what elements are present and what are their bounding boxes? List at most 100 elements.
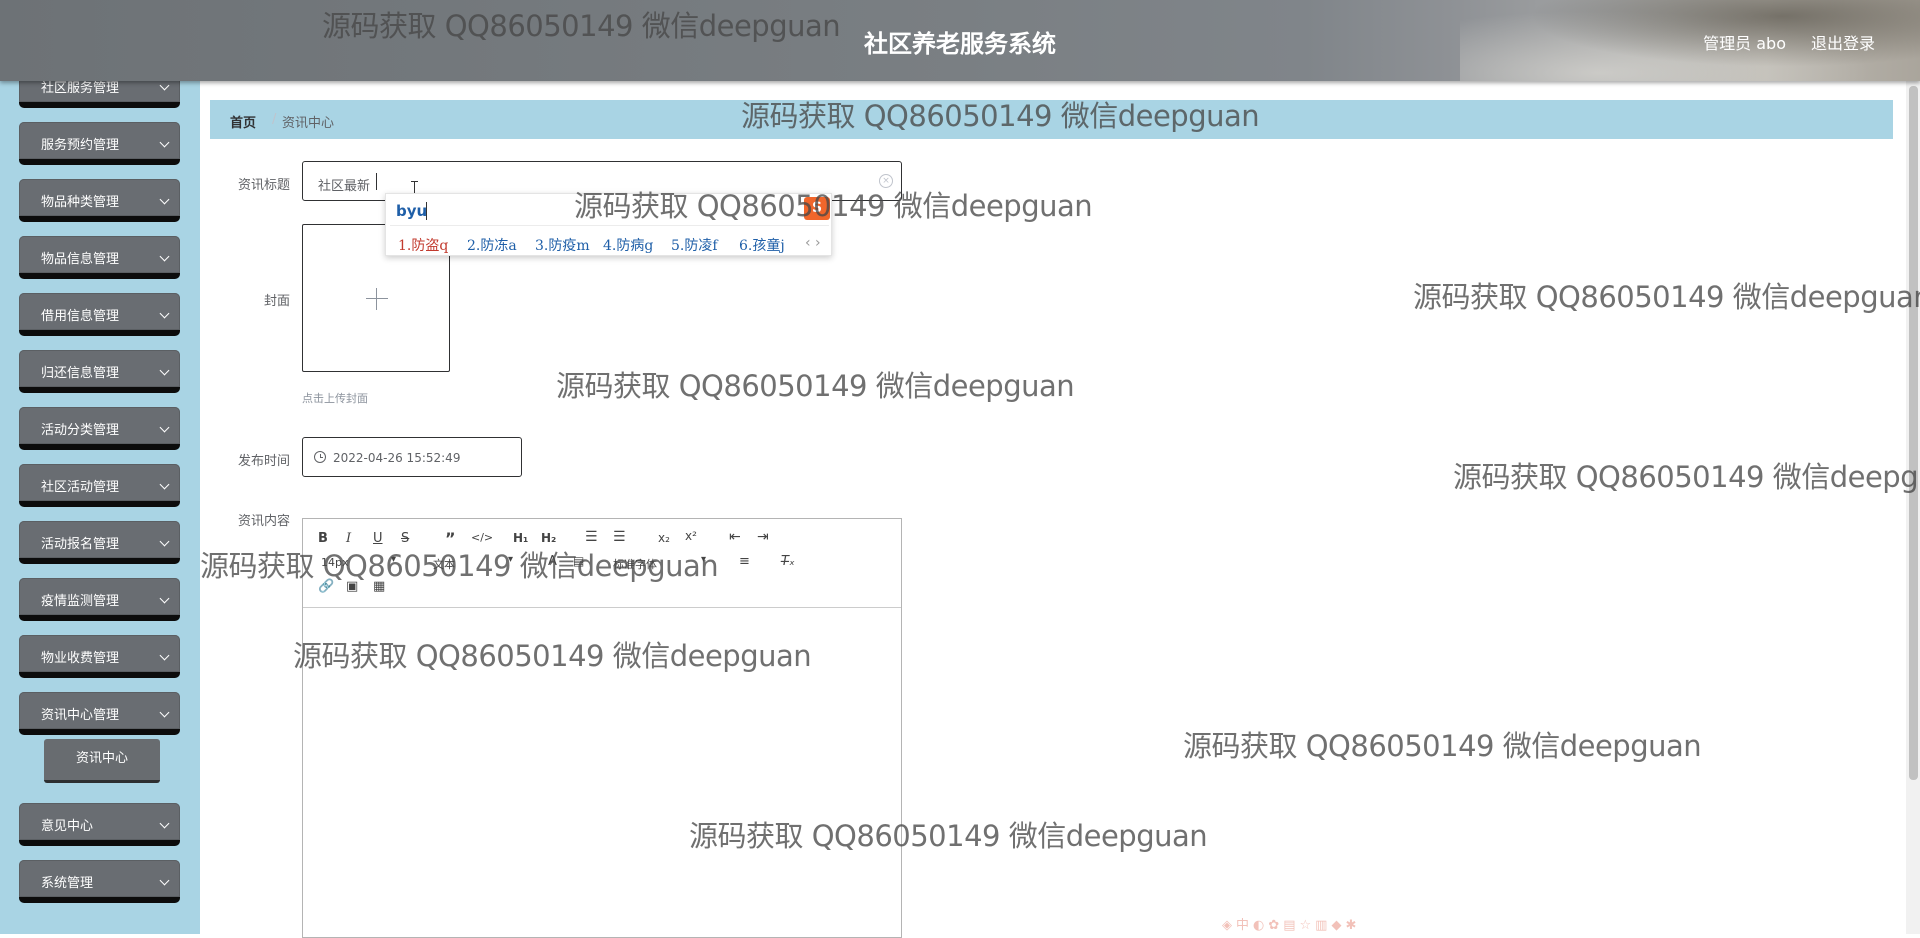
sidebar-item-label: 系统管理	[41, 876, 94, 891]
sidebar-item-label: 社区活动管理	[41, 480, 120, 495]
ime-logo-icon: S	[804, 197, 830, 220]
text-caret	[376, 173, 377, 190]
sidebar-item-label: 物品种类管理	[41, 195, 120, 210]
chevron-down-icon	[159, 194, 170, 205]
align-icon[interactable]: ≡	[739, 554, 750, 569]
sidebar-item-borrow-info[interactable]: 借用信息管理	[19, 293, 180, 336]
chevron-down-icon	[159, 251, 170, 262]
breadcrumb-home-link[interactable]: 首页	[230, 112, 256, 131]
ime-candidate[interactable]: 1.防盗q	[398, 235, 448, 255]
sidebar-item-return-info[interactable]: 归还信息管理	[19, 350, 180, 393]
sidebar: 社区服务管理 服务预约管理 物品种类管理 物品信息管理 借用信息管理 归还信息管…	[0, 81, 200, 934]
sidebar-item-label: 活动报名管理	[41, 537, 120, 552]
heading1-icon[interactable]: H₁	[513, 531, 528, 545]
sidebar-item-system-mgmt[interactable]: 系统管理	[19, 860, 180, 903]
ime-page-arrows-icon[interactable]: ‹ ›	[805, 235, 821, 251]
watermark: 源码获取 QQ86050149 微信deepguan	[1183, 729, 1702, 763]
video-icon[interactable]: ▦	[373, 579, 385, 594]
breadcrumb-separator: /	[272, 112, 277, 127]
chevron-down-icon	[159, 308, 170, 319]
heading2-icon[interactable]: H₂	[541, 531, 556, 545]
chevron-down-icon	[159, 422, 170, 433]
sidebar-item-item-info[interactable]: 物品信息管理	[19, 236, 180, 279]
link-icon[interactable]: 🔗	[318, 579, 334, 594]
bullet-list-icon[interactable]: ☰	[613, 529, 626, 545]
sidebar-item-item-category[interactable]: 物品种类管理	[19, 179, 180, 222]
rich-text-editor: B I U S ” </> H₁ H₂ ☰ ☰ x₂ x² ⇤ ⇥ 14px ▾…	[302, 518, 902, 938]
sidebar-item-community-activity[interactable]: 社区活动管理	[19, 464, 180, 507]
strikethrough-icon[interactable]: S	[401, 531, 409, 546]
sidebar-item-label: 活动分类管理	[41, 423, 120, 438]
ime-candidate-popup: byu S 1.防盗q 2.防冻a 3.防疫m 4.防病g 5.防凌f 6.孩童…	[385, 193, 832, 256]
sidebar-item-community-service[interactable]: 社区服务管理	[19, 81, 180, 108]
page-scrollbar-thumb[interactable]	[1909, 86, 1918, 780]
chevron-down-icon[interactable]: ▾	[391, 554, 396, 565]
italic-icon[interactable]: I	[346, 531, 351, 546]
sidebar-item-label: 物业收费管理	[41, 651, 120, 666]
underline-icon[interactable]: U	[373, 531, 383, 546]
plus-icon	[366, 298, 388, 299]
sidebar-subitem-news-center[interactable]: 资讯中心	[44, 739, 160, 783]
watermark: 源码获取 QQ86050149 微信deepguan	[1413, 280, 1920, 314]
sidebar-item-label: 社区服务管理	[41, 81, 120, 96]
chevron-down-icon[interactable]: ▾	[508, 554, 513, 565]
sidebar-item-activity-category[interactable]: 活动分类管理	[19, 407, 180, 450]
indent-icon[interactable]: ⇥	[757, 529, 769, 545]
ordered-list-icon[interactable]: ☰	[585, 529, 598, 545]
content-label: 资讯内容	[237, 514, 290, 529]
ime-candidate[interactable]: 6.孩童j	[739, 235, 785, 255]
watermark: 源码获取 QQ86050149 微信deepguan	[556, 369, 1075, 403]
title-input-value: 社区最新	[318, 179, 371, 194]
chevron-down-icon	[159, 707, 170, 718]
logout-button[interactable]: 退出登录	[1811, 30, 1875, 54]
ime-candidate[interactable]: 3.防疫m	[535, 235, 590, 255]
sidebar-item-label: 意见中心	[41, 819, 94, 834]
clear-format-icon[interactable]: T̶ₓ	[781, 554, 795, 569]
text-type-select[interactable]: 文本	[433, 556, 455, 572]
chevron-down-icon	[159, 593, 170, 604]
subscript-icon[interactable]: x₂	[658, 531, 670, 545]
publish-time-value: 2022-04-26 15:52:49	[333, 451, 461, 465]
watermark: 源码获取 QQ86050149 微信deepguan	[1453, 460, 1920, 494]
font-family-select[interactable]: 标准字体	[613, 556, 657, 572]
sidebar-item-news-center-mgmt[interactable]: 资讯中心管理	[19, 692, 180, 735]
chevron-down-icon[interactable]: ▾	[701, 554, 706, 565]
sidebar-item-epidemic-monitor[interactable]: 疫情监测管理	[19, 578, 180, 621]
publish-time-picker[interactable]: 2022-04-26 15:52:49	[302, 437, 522, 477]
font-color-icon[interactable]: A	[548, 554, 557, 569]
clear-icon[interactable]: ×	[879, 174, 893, 188]
quote-icon[interactable]: ”	[445, 529, 456, 548]
current-user: 管理员 abo	[1703, 34, 1786, 53]
app-title: 社区养老服务系统	[864, 30, 1056, 58]
upload-tip: 点击上传封面	[302, 392, 368, 405]
publish-time-label: 发布时间	[237, 454, 290, 469]
top-header: 社区养老服务系统 管理员 abo 退出登录	[0, 0, 1920, 81]
ime-composition-text: byu	[396, 202, 428, 220]
clock-icon	[314, 451, 326, 463]
sidebar-item-label: 归还信息管理	[41, 366, 120, 381]
chevron-down-icon	[159, 479, 170, 490]
superscript-icon[interactable]: x²	[685, 529, 697, 543]
sidebar-item-label: 借用信息管理	[41, 309, 120, 324]
ime-candidate[interactable]: 2.防冻a	[467, 235, 517, 255]
font-size-select[interactable]: 14px	[321, 556, 349, 569]
sidebar-item-feedback-center[interactable]: 意见中心	[19, 803, 180, 846]
chevron-down-icon	[159, 365, 170, 376]
code-icon[interactable]: </>	[471, 531, 493, 544]
sidebar-item-property-fee[interactable]: 物业收费管理	[19, 635, 180, 678]
text-caret	[426, 202, 427, 220]
editor-toolbar: B I U S ” </> H₁ H₂ ☰ ☰ x₂ x² ⇤ ⇥ 14px ▾…	[303, 519, 901, 608]
sidebar-item-service-booking[interactable]: 服务预约管理	[19, 122, 180, 165]
breadcrumb-current: 资讯中心	[282, 116, 335, 131]
chevron-down-icon	[159, 81, 170, 91]
outdent-icon[interactable]: ⇤	[729, 529, 741, 545]
background-color-icon[interactable]: ▤	[573, 554, 584, 568]
editor-content-area[interactable]	[303, 609, 901, 937]
title-label: 资讯标题	[237, 178, 290, 193]
bold-icon[interactable]: B	[318, 531, 328, 546]
image-icon[interactable]: ▣	[346, 579, 358, 594]
ime-candidate[interactable]: 5.防凌f	[671, 235, 718, 255]
sidebar-item-activity-signup[interactable]: 活动报名管理	[19, 521, 180, 564]
ime-candidate[interactable]: 4.防病g	[603, 235, 653, 255]
chevron-down-icon	[159, 818, 170, 829]
